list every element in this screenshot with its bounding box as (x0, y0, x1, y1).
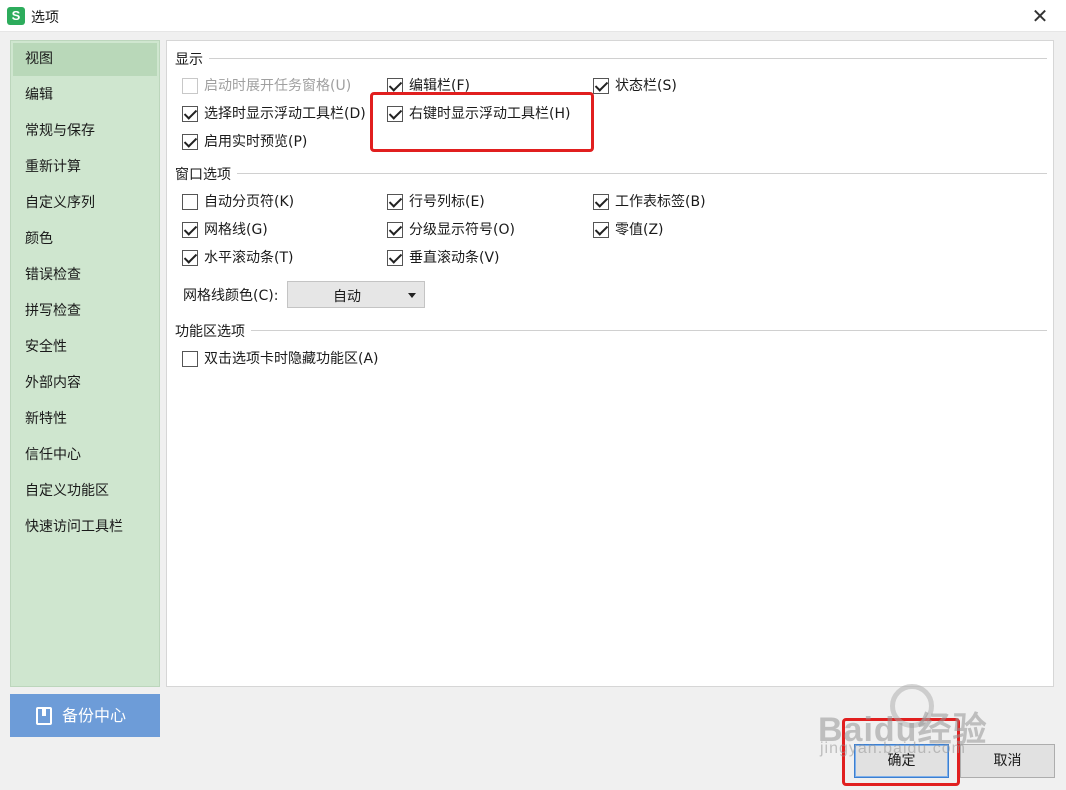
checkbox-box (593, 222, 609, 238)
gridline-color-value: 自动 (333, 289, 361, 305)
sidebar-item-spell-check[interactable]: 拼写检查 (13, 295, 157, 328)
dropdown-arrow-icon (408, 293, 416, 298)
checkbox-label: 行号列标(E) (409, 194, 485, 210)
sidebar-item-quick-access-toolbar[interactable]: 快速访问工具栏 (13, 511, 157, 544)
options-content-panel: 显示 启动时展开任务窗格(U) 编辑栏(F) 状态栏(S) 选择时显示浮动工具栏… (166, 40, 1054, 687)
checkbox-box (182, 194, 198, 210)
sidebar-item-recalculate[interactable]: 重新计算 (13, 151, 157, 184)
sidebar-item-edit[interactable]: 编辑 (13, 79, 157, 112)
gridline-color-label: 网格线颜色(C): (183, 288, 279, 304)
checkbox-label: 分级显示符号(O) (409, 222, 515, 238)
checkbox-box (182, 351, 198, 367)
section-title-window-options: 窗口选项 (175, 164, 237, 184)
section-divider (175, 58, 1047, 59)
close-button[interactable]: ✕ (1028, 4, 1052, 28)
checkbox-label: 启动时展开任务窗格(U) (204, 78, 352, 94)
checkbox-label: 状态栏(S) (615, 78, 677, 94)
checkbox-box (182, 78, 198, 94)
sidebar-item-customize-ribbon[interactable]: 自定义功能区 (13, 475, 157, 508)
section-title-display: 显示 (175, 49, 209, 69)
sidebar-item-security[interactable]: 安全性 (13, 331, 157, 364)
wps-spreadsheet-icon: S (7, 7, 25, 25)
checkbox-label: 水平滚动条(T) (204, 250, 294, 266)
checkbox-label: 网格线(G) (204, 222, 268, 238)
section-title-ribbon-options: 功能区选项 (175, 321, 251, 341)
checkbox-label: 右键时显示浮动工具栏(H) (409, 106, 571, 122)
checkbox-box (182, 250, 198, 266)
backup-center-label: 备份中心 (62, 706, 127, 725)
checkbox-box (593, 78, 609, 94)
backup-icon (36, 707, 52, 725)
ok-button[interactable]: 确定 (854, 744, 949, 778)
sidebar-item-color[interactable]: 颜色 (13, 223, 157, 256)
options-sidebar: 视图 编辑 常规与保存 重新计算 自定义序列 颜色 错误检查 拼写检查 安全性 … (10, 40, 160, 687)
checkbox-label: 双击选项卡时隐藏功能区(A) (204, 351, 379, 367)
sidebar-item-external-content[interactable]: 外部内容 (13, 367, 157, 400)
window-title: 选项 (31, 10, 59, 26)
section-divider (175, 330, 1047, 331)
sidebar-item-trust-center[interactable]: 信任中心 (13, 439, 157, 472)
checkbox-box (387, 250, 403, 266)
checkbox-label: 选择时显示浮动工具栏(D) (204, 106, 366, 122)
checkbox-box (182, 106, 198, 122)
baidu-paw-icon (890, 684, 934, 728)
checkbox-box (593, 194, 609, 210)
sidebar-item-new-features[interactable]: 新特性 (13, 403, 157, 436)
checkbox-box (387, 106, 403, 122)
cancel-button[interactable]: 取消 (960, 744, 1055, 778)
checkbox-label: 零值(Z) (615, 222, 664, 238)
checkbox-label: 工作表标签(B) (615, 194, 706, 210)
sidebar-item-error-check[interactable]: 错误检查 (13, 259, 157, 292)
backup-center-button[interactable]: 备份中心 (10, 694, 160, 737)
checkbox-label: 编辑栏(F) (409, 78, 470, 94)
checkbox-label: 垂直滚动条(V) (409, 250, 500, 266)
checkbox-box (387, 222, 403, 238)
sidebar-item-general-save[interactable]: 常规与保存 (13, 115, 157, 148)
checkbox-box (182, 134, 198, 150)
checkbox-box (387, 78, 403, 94)
checkbox-label: 自动分页符(K) (204, 194, 295, 210)
sidebar-item-custom-lists[interactable]: 自定义序列 (13, 187, 157, 220)
sidebar-item-view[interactable]: 视图 (13, 43, 157, 76)
checkbox-box (182, 222, 198, 238)
gridline-color-select[interactable]: 自动 (287, 281, 425, 308)
section-divider (175, 173, 1047, 174)
checkbox-label: 启用实时预览(P) (204, 134, 308, 150)
title-bar: S 选项 ✕ (0, 0, 1066, 32)
checkbox-box (387, 194, 403, 210)
